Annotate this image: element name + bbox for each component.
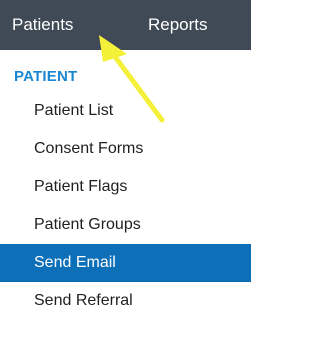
section-header-patient: PATIENT (14, 68, 78, 85)
top-nav-bar: Patients Reports (0, 0, 251, 50)
menu-item-send-email[interactable]: Send Email (0, 244, 251, 282)
menu-item-patient-flags[interactable]: Patient Flags (0, 168, 251, 206)
menu-item-patient-groups[interactable]: Patient Groups (0, 206, 251, 244)
menu-item-send-referral[interactable]: Send Referral (0, 282, 251, 320)
menu-item-consent-forms[interactable]: Consent Forms (0, 130, 251, 168)
page: Patients Reports PATIENT Patient List Co… (0, 0, 251, 340)
tab-patients[interactable]: Patients (12, 0, 73, 50)
tab-reports[interactable]: Reports (148, 0, 208, 50)
menu-item-patient-list[interactable]: Patient List (0, 92, 251, 130)
dropdown-menu: PATIENT Patient List Consent Forms Patie… (0, 62, 251, 320)
